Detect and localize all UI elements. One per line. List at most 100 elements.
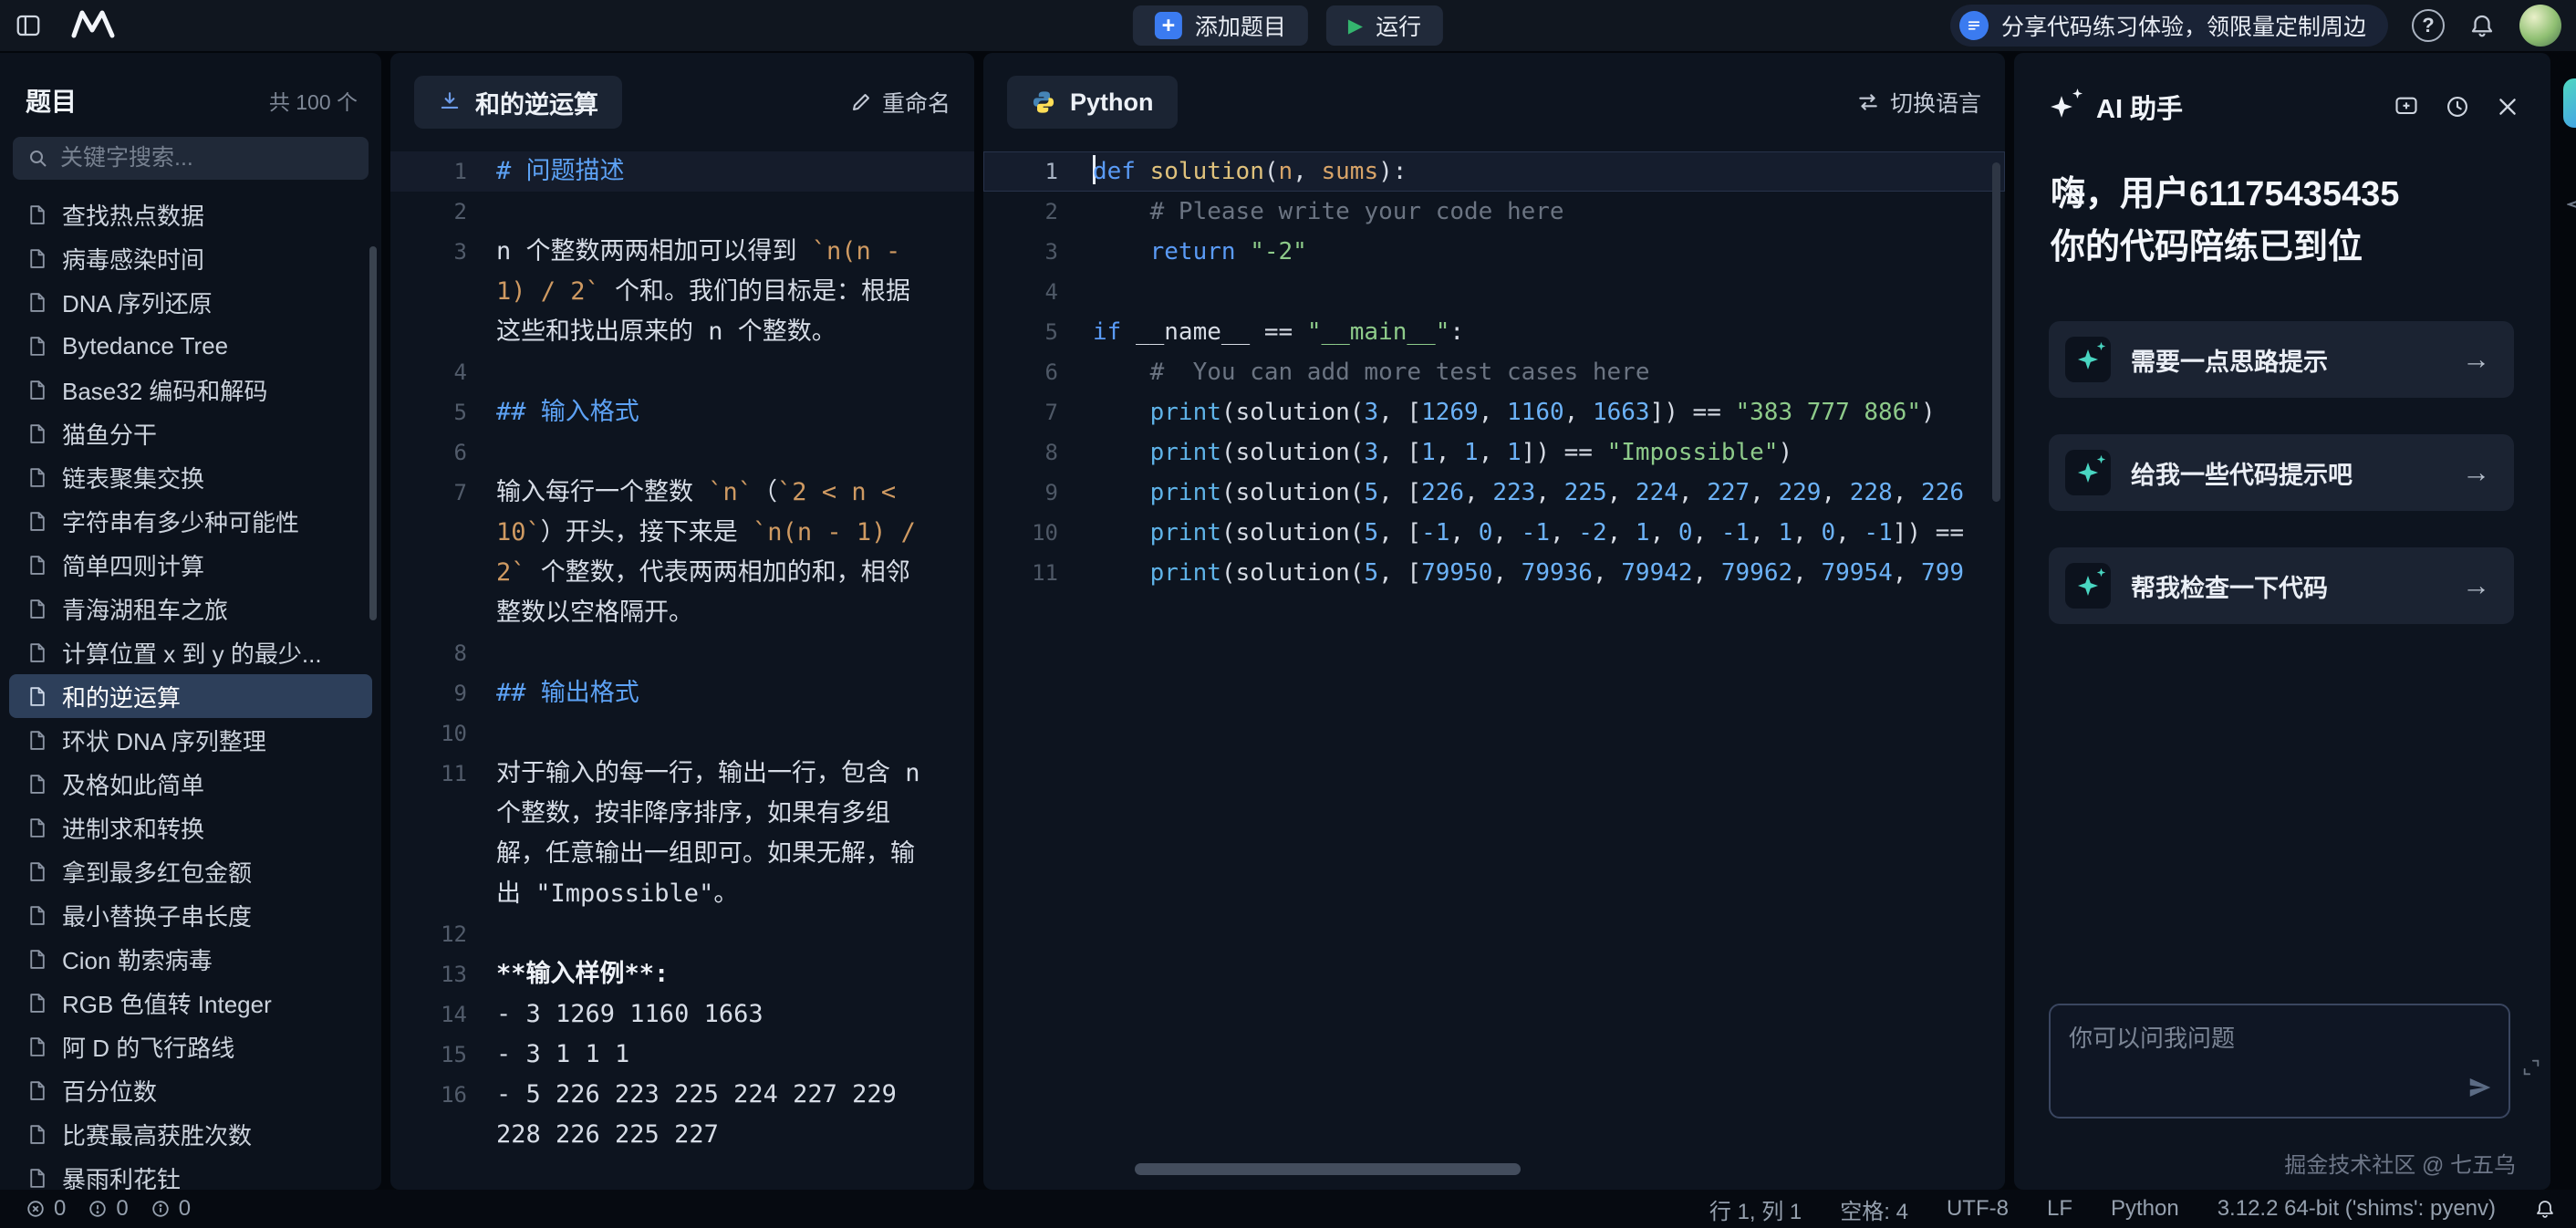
editor-line[interactable]: 6 # You can add more test cases here [983, 352, 2005, 392]
ai-input[interactable] [2069, 1020, 2490, 1077]
sidebar-item[interactable]: 最小替换子串长度 [9, 893, 372, 937]
info-indicator[interactable]: 0 [151, 1196, 191, 1222]
close-icon[interactable] [2496, 95, 2519, 119]
editor-line[interactable]: 8 [390, 633, 974, 673]
marscode-logo-icon[interactable] [69, 8, 117, 44]
sidebar-item[interactable]: 比赛最高获胜次数 [9, 1112, 372, 1156]
editor-line[interactable]: 2 # Please write your code here [983, 192, 2005, 232]
rail-sparkle-icon[interactable] [2567, 192, 2576, 222]
line-content: 输入每行一个整数 `n`（`2 < n < 10`）开头，接下来是 `n(n -… [496, 473, 974, 633]
sidebar-item[interactable]: 及格如此简单 [9, 762, 372, 806]
editor-line[interactable]: 10 [390, 713, 974, 754]
cursor-position[interactable]: 行 1, 列 1 [1709, 1193, 1802, 1225]
sidebar-item[interactable]: 猫鱼分干 [9, 411, 372, 455]
sidebar-item[interactable]: Base32 编码和解码 [9, 368, 372, 411]
ai-suggestion-card[interactable]: 需要一点思路提示→ [2049, 321, 2514, 398]
expand-icon[interactable] [2521, 1057, 2541, 1082]
line-number: 10 [390, 713, 496, 754]
notification-bell-icon[interactable] [2468, 12, 2496, 39]
editor-line[interactable]: 11 print(solution(5, [79950, 79936, 7994… [983, 553, 2005, 593]
warning-indicator[interactable]: 0 [88, 1196, 128, 1222]
sidebar-item-selected[interactable]: 和的逆运算 [9, 674, 372, 718]
search-box[interactable] [13, 137, 369, 180]
sidebar-item[interactable]: 计算位置 x 到 y 的最少... [9, 630, 372, 674]
editor-line[interactable]: 12 [390, 914, 974, 954]
encoding[interactable]: UTF-8 [1947, 1196, 2009, 1222]
sidebar-scrollbar[interactable] [369, 246, 377, 620]
sidebar-item[interactable]: 病毒感染时间 [9, 236, 372, 280]
rename-button[interactable]: 重命名 [850, 86, 950, 119]
editor-line[interactable]: 5if __name__ == "__main__": [983, 312, 2005, 352]
editor-line[interactable]: 4 [390, 352, 974, 392]
editor-line[interactable]: 6 [390, 432, 974, 473]
editor-line[interactable]: 7输入每行一个整数 `n`（`2 < n < 10`）开头，接下来是 `n(n … [390, 473, 974, 633]
line-number: 14 [390, 994, 496, 1035]
document-icon [26, 203, 48, 226]
ai-input-box[interactable] [2049, 1004, 2510, 1119]
sidebar-item-label: 拿到最多红包金额 [62, 855, 252, 889]
editor-line[interactable]: 1def solution(n, sums): [983, 151, 2005, 192]
sidebar-item[interactable]: 链表聚集交换 [9, 455, 372, 499]
editor-line[interactable]: 4 [983, 272, 2005, 312]
indent-setting[interactable]: 空格: 4 [1840, 1193, 1908, 1225]
sidebar-item[interactable]: 阿 D 的飞行路线 [9, 1025, 372, 1068]
sidebar-item[interactable]: 查找热点数据 [9, 193, 372, 236]
language-mode[interactable]: Python [2111, 1196, 2179, 1222]
editor-line[interactable]: 10 print(solution(5, [-1, 0, -1, -2, 1, … [983, 513, 2005, 553]
ai-suggestion-card[interactable]: 给我一些代码提示吧→ [2049, 434, 2514, 511]
ai-assistant-badge-icon[interactable]: A [2563, 78, 2576, 128]
new-chat-icon[interactable] [2394, 94, 2419, 120]
editor-line[interactable]: 7 print(solution(3, [1269, 1160, 1663]) … [983, 392, 2005, 432]
problem-tab[interactable]: 和的逆运算 [414, 76, 622, 129]
editor-line[interactable]: 13**输入样例**: [390, 954, 974, 994]
sidebar-item[interactable]: 环状 DNA 序列整理 [9, 718, 372, 762]
vertical-scrollbar[interactable] [1992, 162, 2000, 502]
editor-line[interactable]: 11对于输入的每一行，输出一行，包含 n 个整数，按非降序排序，如果有多组解，任… [390, 754, 974, 914]
sidebar-item[interactable]: 青海湖租车之旅 [9, 587, 372, 630]
run-button[interactable]: ▶ 运行 [1326, 5, 1443, 46]
interpreter[interactable]: 3.12.2 64-bit ('shims': pyenv) [2218, 1196, 2496, 1222]
switch-language-button[interactable]: 切换语言 [1856, 86, 1981, 119]
sidebar-item[interactable]: RGB 色值转 Integer [9, 981, 372, 1025]
promo-banner[interactable]: 分享代码练习体验，领限量定制周边 [1950, 5, 2388, 47]
editor-line[interactable]: 3 return "-2" [983, 232, 2005, 272]
sidebar-item[interactable]: 百分位数 [9, 1068, 372, 1112]
help-icon[interactable]: ? [2412, 9, 2445, 42]
sidebar-item[interactable]: Cion 勒索病毒 [9, 937, 372, 981]
editor-line[interactable]: 15- 3 1 1 1 [390, 1035, 974, 1075]
sidebar-item[interactable]: 简单四则计算 [9, 543, 372, 587]
sidebar-toggle-icon[interactable] [15, 12, 42, 39]
eol-setting[interactable]: LF [2047, 1196, 2072, 1222]
editor-line[interactable]: 9## 输出格式 [390, 673, 974, 713]
add-problem-button[interactable]: + 添加题目 [1133, 5, 1308, 46]
markdown-editor[interactable]: 1# 问题描述23n 个整数两两相加可以得到 `n(n - 1) / 2` 个和… [390, 151, 974, 1190]
user-avatar[interactable] [2519, 5, 2561, 47]
line-content [496, 352, 974, 392]
error-indicator[interactable]: 0 [26, 1196, 66, 1222]
horizontal-scrollbar[interactable] [1135, 1163, 1521, 1175]
editor-line[interactable]: 3n 个整数两两相加可以得到 `n(n - 1) / 2` 个和。我们的目标是：… [390, 232, 974, 352]
editor-line[interactable]: 2 [390, 192, 974, 232]
sidebar-item[interactable]: 拿到最多红包金额 [9, 849, 372, 893]
document-icon [26, 948, 48, 971]
editor-line[interactable]: 1# 问题描述 [390, 151, 974, 192]
editor-line[interactable]: 8 print(solution(3, [1, 1, 1]) == "Impos… [983, 432, 2005, 473]
sidebar-item[interactable]: 暴雨利花钍 [9, 1156, 372, 1190]
editor-line[interactable]: 14- 3 1269 1160 1663 [390, 994, 974, 1035]
sidebar-item[interactable]: DNA 序列还原 [9, 280, 372, 324]
code-editor[interactable]: 1def solution(n, sums):2 # Please write … [983, 151, 2005, 1190]
document-icon [26, 1035, 48, 1058]
sidebar-item-label: 比赛最高获胜次数 [62, 1118, 252, 1151]
sidebar-item[interactable]: 字符串有多少种可能性 [9, 499, 372, 543]
editor-line[interactable]: 9 print(solution(5, [226, 223, 225, 224,… [983, 473, 2005, 513]
editor-line[interactable]: 16- 5 226 223 225 224 227 229 228 226 22… [390, 1075, 974, 1155]
ai-suggestion-card[interactable]: 帮我检查一下代码→ [2049, 547, 2514, 624]
status-bell-icon[interactable] [2534, 1198, 2556, 1220]
sidebar-item[interactable]: Bytedance Tree [9, 324, 372, 368]
language-tab[interactable]: Python [1007, 76, 1178, 129]
send-icon[interactable] [2467, 1074, 2494, 1106]
search-input[interactable] [60, 145, 354, 172]
editor-line[interactable]: 5## 输入格式 [390, 392, 974, 432]
history-icon[interactable] [2445, 94, 2470, 120]
sidebar-item[interactable]: 进制求和转换 [9, 806, 372, 849]
